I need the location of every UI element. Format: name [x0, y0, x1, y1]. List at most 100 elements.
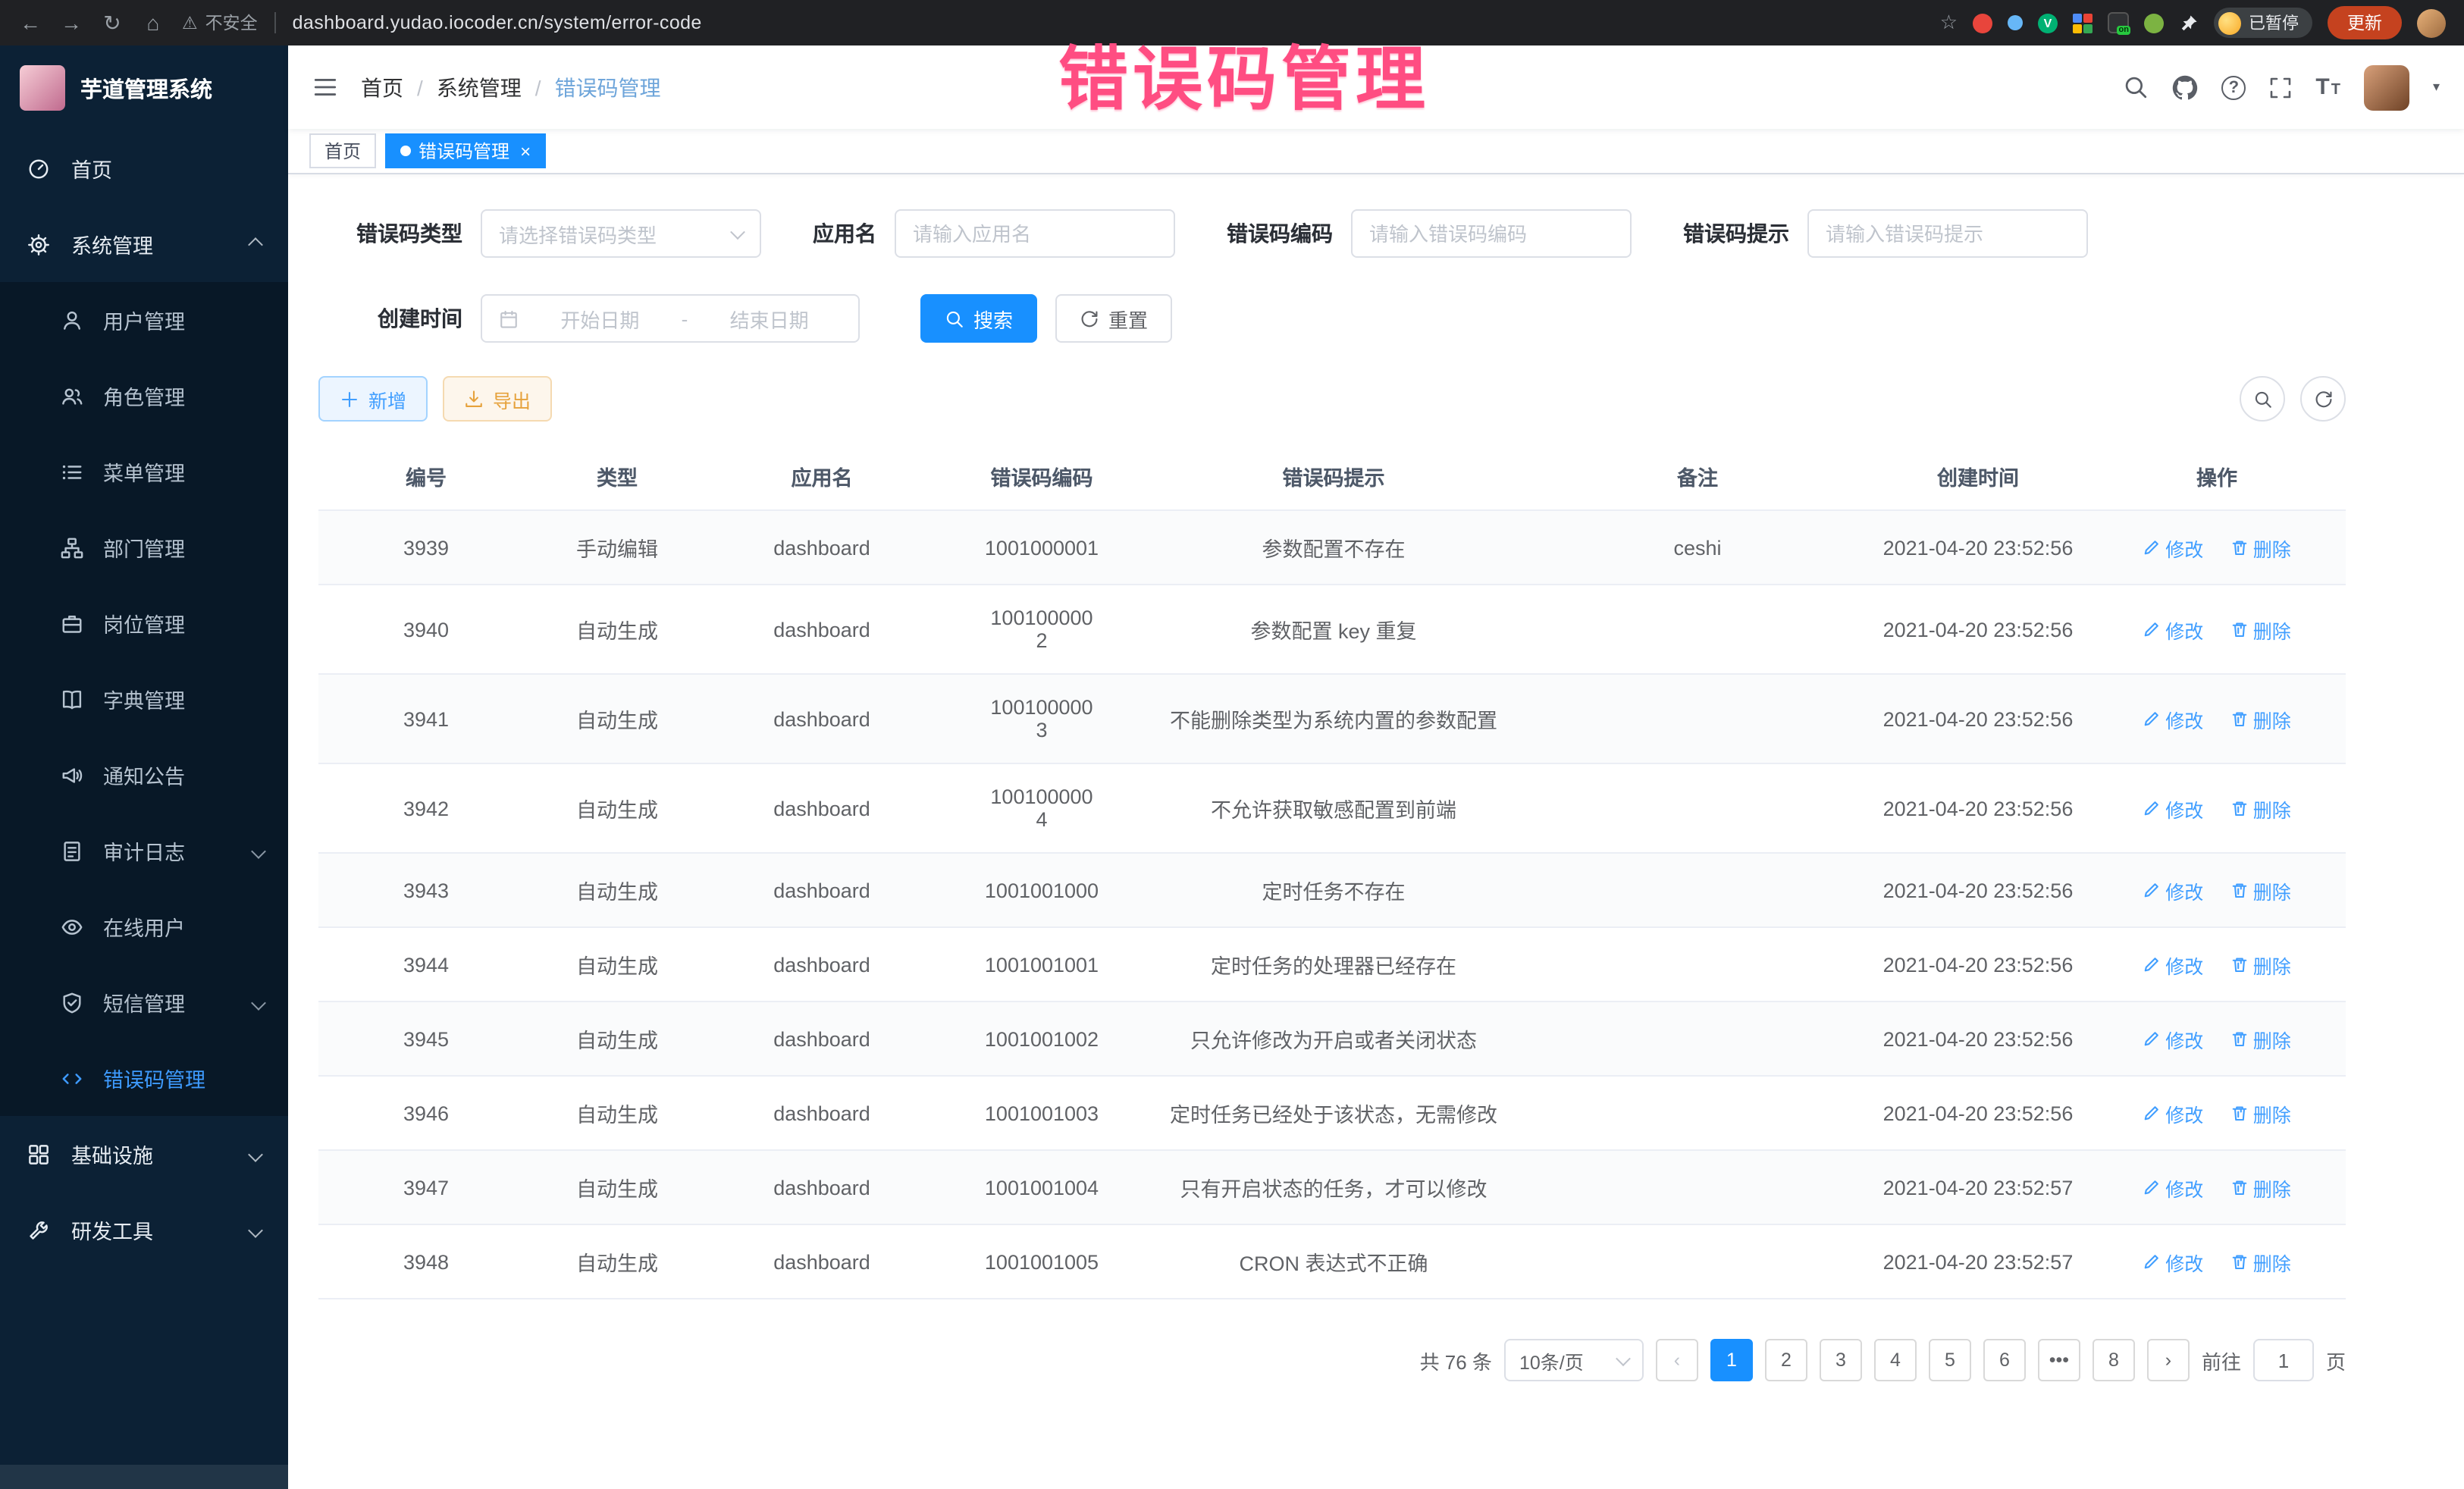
reset-button[interactable]: 重置 [1055, 294, 1172, 343]
app-name-input[interactable] [895, 209, 1175, 258]
browser-back-icon[interactable]: ← [18, 11, 42, 35]
sidebar-item-home[interactable]: 首页 [0, 130, 288, 206]
sidebar-subitem[interactable]: 岗位管理 [0, 585, 288, 661]
error-code-input[interactable] [1351, 209, 1632, 258]
extension-adblock-icon[interactable] [1973, 13, 1992, 33]
breadcrumb-item[interactable]: 错误码管理 [555, 72, 661, 102]
prev-page-button[interactable]: ‹ [1656, 1339, 1698, 1381]
sidebar-group-item[interactable]: 研发工具 [0, 1192, 288, 1268]
browser-home-icon[interactable]: ⌂ [141, 11, 165, 35]
sidebar-subitem[interactable]: 菜单管理 [0, 434, 288, 509]
extension-switch-icon[interactable]: on [2108, 12, 2129, 33]
delete-link[interactable]: 删除 [2230, 704, 2291, 733]
fullscreen-icon[interactable] [2268, 75, 2293, 99]
edit-link[interactable]: 修改 [2143, 1099, 2203, 1127]
cell-id: 3946 [318, 1076, 534, 1150]
sidebar-subitem[interactable]: 审计日志 [0, 813, 288, 889]
add-button[interactable]: 新增 [318, 376, 428, 422]
security-warning[interactable]: ⚠ 不安全 [182, 11, 258, 35]
sidebar-subitem[interactable]: 字典管理 [0, 661, 288, 737]
browser-update-button[interactable]: 更新 [2328, 6, 2402, 39]
extension-pin-icon[interactable] [2179, 13, 2199, 33]
breadcrumb-item[interactable]: 首页 [361, 72, 403, 102]
error-hint-input[interactable] [1807, 209, 2088, 258]
edit-link[interactable]: 修改 [2143, 704, 2203, 733]
sidebar-subitem[interactable]: 错误码管理 [0, 1040, 288, 1116]
sidebar-submenu: 用户管理 角色管理 菜单管理 [0, 282, 288, 1116]
page-number-button[interactable]: 4 [1874, 1339, 1917, 1381]
extension-green-icon[interactable] [2144, 13, 2164, 33]
browser-forward-icon[interactable]: → [59, 11, 83, 35]
help-icon[interactable]: ? [2221, 75, 2246, 99]
edit-link[interactable]: 修改 [2143, 794, 2203, 823]
edit-link[interactable]: 修改 [2143, 950, 2203, 979]
address-url[interactable]: dashboard.yudao.iocoder.cn/system/error-… [293, 12, 702, 33]
extension-blocks-icon[interactable] [2073, 13, 2093, 33]
close-icon[interactable]: × [520, 140, 531, 161]
search-button[interactable]: 搜索 [920, 294, 1037, 343]
sidebar-group-item[interactable]: 基础设施 [0, 1116, 288, 1192]
paused-badge[interactable]: 已暂停 [2214, 8, 2312, 38]
delete-link[interactable]: 删除 [2230, 794, 2291, 823]
delete-link[interactable]: 删除 [2230, 1099, 2291, 1127]
edit-link[interactable]: 修改 [2143, 1024, 2203, 1053]
delete-link[interactable]: 删除 [2230, 1247, 2291, 1276]
next-page-button[interactable]: › [2147, 1339, 2190, 1381]
search-icon[interactable] [2123, 74, 2149, 100]
edit-link[interactable]: 修改 [2143, 533, 2203, 562]
sidebar-subitem[interactable]: 短信管理 [0, 964, 288, 1040]
goto-page-input[interactable] [2253, 1339, 2314, 1381]
delete-link[interactable]: 删除 [2230, 876, 2291, 904]
extension-blue-icon[interactable] [2008, 15, 2023, 30]
font-size-icon[interactable]: TT [2315, 74, 2342, 100]
page-number-button[interactable]: 6 [1983, 1339, 2026, 1381]
sidebar-subitem[interactable]: 在线用户 [0, 889, 288, 964]
cell-app: dashboard [701, 853, 943, 927]
user-avatar[interactable] [2365, 64, 2410, 110]
delete-link[interactable]: 删除 [2230, 950, 2291, 979]
pencil-icon [2143, 1104, 2161, 1122]
sidebar-item-system[interactable]: 系统管理 [0, 206, 288, 282]
page-number-button[interactable]: 3 [1820, 1339, 1862, 1381]
page-number-button[interactable]: 8 [2093, 1339, 2135, 1381]
view-tab[interactable]: 首页 × [309, 133, 376, 168]
view-tab[interactable]: 错误码管理 × [385, 133, 546, 168]
hamburger-icon[interactable] [312, 74, 338, 100]
date-range-picker[interactable]: 开始日期 - 结束日期 [481, 294, 860, 343]
delete-link[interactable]: 删除 [2230, 1024, 2291, 1053]
refresh-table-button[interactable] [2300, 376, 2346, 422]
page-number-button[interactable]: ••• [2038, 1339, 2080, 1381]
sidebar-subitem[interactable]: 用户管理 [0, 282, 288, 358]
breadcrumb-item[interactable]: 系统管理 [437, 72, 522, 102]
page-number-button[interactable]: 1 [1710, 1339, 1753, 1381]
page-size-select[interactable]: 10条/页 [1504, 1339, 1644, 1381]
delete-link[interactable]: 删除 [2230, 615, 2291, 644]
chevron-down-icon [730, 224, 745, 239]
edit-link[interactable]: 修改 [2143, 1247, 2203, 1276]
bookmark-star-icon[interactable]: ☆ [1940, 11, 1958, 35]
github-icon[interactable] [2171, 74, 2199, 101]
cell-actions: 修改 删除 [2088, 1150, 2346, 1224]
extension-v-icon[interactable]: V [2038, 13, 2058, 33]
delete-link[interactable]: 删除 [2230, 1173, 2291, 1202]
sidebar-subitem[interactable]: 部门管理 [0, 509, 288, 585]
search-icon [945, 309, 964, 328]
toggle-search-button[interactable] [2240, 376, 2285, 422]
page-number-button[interactable]: 2 [1765, 1339, 1807, 1381]
export-button[interactable]: 导出 [443, 376, 552, 422]
error-type-select[interactable]: 请选择错误码类型 [481, 209, 761, 258]
edit-link[interactable]: 修改 [2143, 615, 2203, 644]
chevron-down-icon [251, 843, 266, 858]
chevron-down-icon[interactable]: ▾ [2433, 79, 2440, 96]
column-header-time: 创建时间 [1868, 443, 2088, 510]
page-number-button[interactable]: 5 [1929, 1339, 1971, 1381]
browser-reload-icon[interactable]: ↻ [100, 10, 124, 36]
browser-profile-avatar[interactable] [2417, 8, 2446, 37]
delete-link[interactable]: 删除 [2230, 533, 2291, 562]
cell-id: 3945 [318, 1002, 534, 1076]
edit-link[interactable]: 修改 [2143, 1173, 2203, 1202]
sidebar-collapse-bar[interactable] [0, 1465, 288, 1489]
sidebar-subitem[interactable]: 角色管理 [0, 358, 288, 434]
edit-link[interactable]: 修改 [2143, 876, 2203, 904]
sidebar-subitem[interactable]: 通知公告 [0, 737, 288, 813]
